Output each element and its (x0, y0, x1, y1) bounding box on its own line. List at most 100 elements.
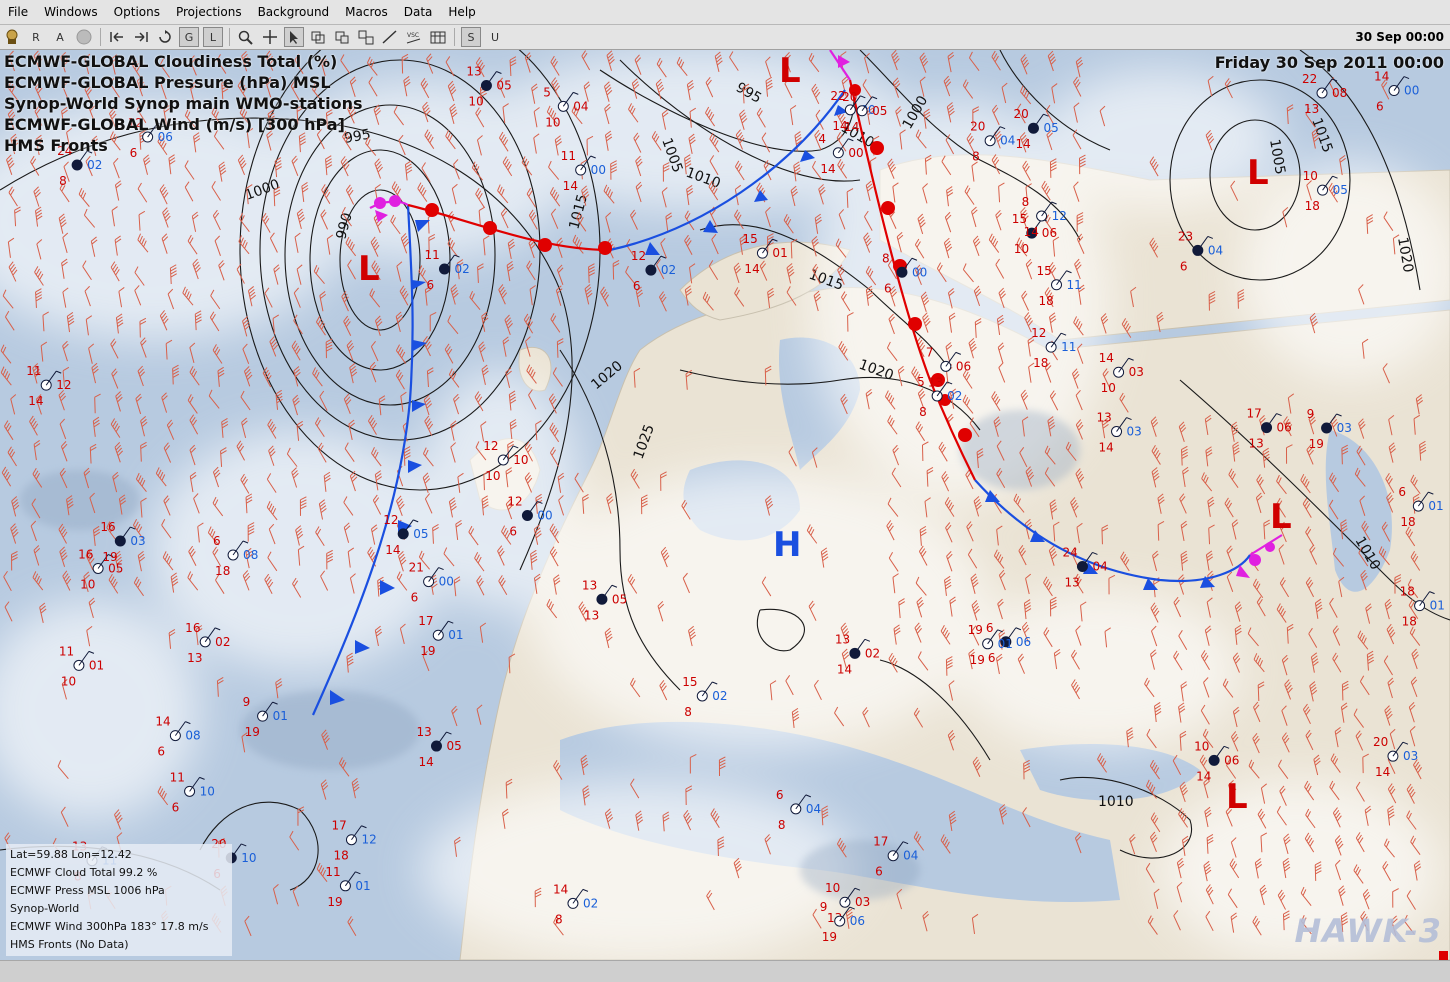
station-dewpoint: 18 (1400, 515, 1415, 529)
toolbar-u-button[interactable]: U (485, 27, 505, 47)
station-pressure-tendency: 03 (1403, 749, 1418, 763)
zoom-icon[interactable] (236, 27, 256, 47)
step-forward-icon[interactable] (131, 27, 151, 47)
isobar-label: 1010 (1098, 794, 1134, 810)
station-dewpoint: 14 (837, 662, 852, 676)
menu-file[interactable]: File (0, 0, 36, 24)
toolbar: R A G L VSC S U 30 Sep 00:00 (0, 25, 1450, 50)
station-pressure-tendency: 02 (865, 646, 880, 660)
station-temperature: 8 (1022, 195, 1030, 209)
svg-text:VSC: VSC (407, 32, 419, 39)
station-temperature: 16 (100, 520, 115, 534)
station-dewpoint: 13 (1304, 102, 1319, 116)
menu-macros[interactable]: Macros (337, 0, 396, 24)
select-pointer-icon[interactable] (284, 27, 304, 47)
toolbar-separator (229, 28, 230, 46)
station-pressure-tendency: 10 (200, 784, 215, 798)
station-temperature: 12 (383, 513, 398, 527)
station-pressure-tendency: 04 (1000, 134, 1015, 148)
stop-icon[interactable] (74, 27, 94, 47)
station-dewpoint: 6 (884, 281, 892, 295)
toolbar-g-button[interactable]: G (179, 27, 199, 47)
station-pressure-tendency: 10 (513, 453, 528, 467)
layer-title-synop[interactable]: Synop-World Synop main WMO-stations (4, 94, 363, 113)
station-dewpoint: 13 (584, 608, 599, 622)
station-temperature: 14 (1099, 351, 1114, 365)
station-pressure-tendency: 02 (87, 158, 102, 172)
station-pressure-tendency: 08 (185, 729, 200, 743)
station-temperature: 9 (820, 900, 828, 914)
menu-data[interactable]: Data (396, 0, 441, 24)
station-dewpoint: 13 (187, 651, 202, 665)
info-pressure: ECMWF Press MSL 1006 hPa (10, 884, 165, 897)
info-latlon: Lat=59.88 Lon=12.42 (10, 848, 132, 861)
menu-background[interactable]: Background (250, 0, 338, 24)
weather-map[interactable]: 1000 995 990 1005 1010 995 1015 1010 101… (0, 50, 1450, 960)
station-temperature: 14 (155, 715, 170, 729)
station-temperature: 18 (1400, 585, 1415, 599)
station-temperature: 10 (1194, 739, 1209, 753)
station-pressure-tendency: 00 (848, 146, 863, 160)
pan-icon[interactable] (260, 27, 280, 47)
station-temperature: 15 (682, 675, 697, 689)
toolbar-s-button[interactable]: S (461, 27, 481, 47)
station-temperature: 11 (170, 770, 185, 784)
station-pressure-tendency: 03 (1337, 421, 1352, 435)
station-temperature: 11 (561, 149, 576, 163)
map-canvas[interactable]: 1000 995 990 1005 1010 995 1015 1010 101… (0, 50, 1450, 960)
toolbar-a-button[interactable]: A (50, 27, 70, 47)
low-pressure-label: L (358, 249, 380, 289)
station-pressure-tendency: 11 (1061, 340, 1076, 354)
layer-move-icon[interactable] (356, 27, 376, 47)
layer-icon[interactable] (332, 27, 352, 47)
station-dewpoint: 6 (1376, 100, 1384, 114)
station-pressure-tendency: 05 (872, 104, 887, 118)
station-dewpoint: 6 (157, 745, 165, 759)
draw-line-icon[interactable] (380, 27, 400, 47)
station-temperature: 24 (1062, 545, 1077, 559)
station-pressure-tendency: 03 (855, 895, 870, 909)
station-temperature: 16 (185, 621, 200, 635)
station-dewpoint: 8 (684, 705, 692, 719)
vsc-icon[interactable]: VSC (404, 27, 424, 47)
layer-title-cloudiness[interactable]: ECMWF-GLOBAL Cloudiness Total (%) (4, 52, 337, 71)
station-pressure-tendency: 05 (612, 592, 627, 606)
layer-title-fronts[interactable]: HMS Fronts (4, 136, 108, 155)
info-wind: ECMWF Wind 300hPa 183° 17.8 m/s (10, 920, 209, 933)
app-logo-icon[interactable] (2, 27, 22, 47)
menu-options[interactable]: Options (106, 0, 168, 24)
station-pressure-tendency: 03 (1127, 425, 1142, 439)
refresh-icon[interactable] (155, 27, 175, 47)
layer-title-wind[interactable]: ECMWF-GLOBAL Wind (m/s) [300 hPa] (4, 115, 345, 134)
map-date-label: Friday 30 Sep 2011 00:00 (1214, 53, 1444, 72)
station-temperature: 17 (873, 835, 888, 849)
station-temperature: 19 (968, 623, 983, 637)
menu-windows[interactable]: Windows (36, 0, 106, 24)
station-temperature: 10 (1303, 169, 1318, 183)
station-dewpoint: 10 (468, 95, 483, 109)
station-dewpoint: 8 (919, 405, 927, 419)
step-back-icon[interactable] (107, 27, 127, 47)
station-pressure-tendency: 03 (130, 534, 145, 548)
menu-projections[interactable]: Projections (168, 0, 250, 24)
station-pressure-tendency: 01 (89, 658, 104, 672)
station-pressure-tendency: 03 (1129, 365, 1144, 379)
station-temperature: 23 (1178, 229, 1193, 243)
station-dewpoint: 6 (1180, 259, 1188, 273)
station-pressure-tendency: 00 (1404, 84, 1419, 98)
layer-title-pressure[interactable]: ECMWF-GLOBAL Pressure (hPa) MSL (4, 73, 331, 92)
station-temperature: 4 (818, 132, 826, 146)
toolbar-l-button[interactable]: L (203, 27, 223, 47)
station-temperature: 20 (842, 90, 857, 104)
station-pressure-tendency: 02 (583, 896, 598, 910)
station-temperature: 11 (59, 644, 74, 658)
cursor-info-panel: Lat=59.88 Lon=12.42 ECMWF Cloud Total 99… (6, 844, 232, 956)
station-dewpoint: 10 (1101, 381, 1116, 395)
station-dewpoint: 14 (1099, 441, 1114, 455)
toolbar-r-button[interactable]: R (26, 27, 46, 47)
station-temperature: 21 (409, 561, 424, 575)
copy-icon[interactable] (308, 27, 328, 47)
menu-help[interactable]: Help (440, 0, 483, 24)
table-icon[interactable] (428, 27, 448, 47)
toolbar-datetime: 30 Sep 00:00 (1355, 30, 1444, 44)
